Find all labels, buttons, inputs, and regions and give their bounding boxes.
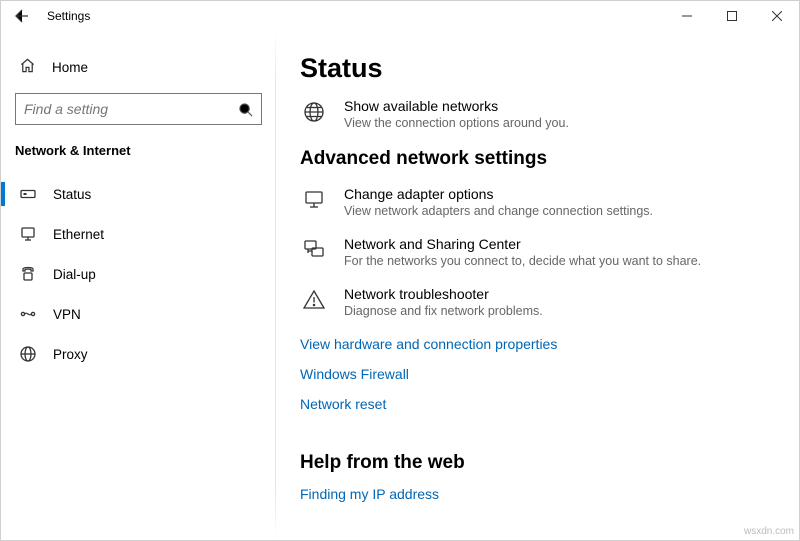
advanced-heading: Advanced network settings [300,148,779,170]
link-windows-firewall[interactable]: Windows Firewall [300,366,779,382]
sidebar-item-label: Proxy [53,347,88,362]
sidebar-item-label: VPN [53,307,81,322]
proxy-icon [19,345,37,363]
network-troubleshooter[interactable]: Network troubleshooter Diagnose and fix … [300,286,779,318]
app-title: Settings [47,9,90,23]
row-desc: View network adapters and change connect… [344,204,653,218]
link-network-reset[interactable]: Network reset [300,396,779,412]
vpn-icon [19,305,37,323]
sidebar-item-vpn[interactable]: VPN [1,294,276,334]
row-title: Network troubleshooter [344,286,543,302]
status-icon [19,185,37,203]
content: Home Network & Internet Status Ethernet [1,31,799,540]
home-button[interactable]: Home [1,49,276,85]
sidebar-item-status[interactable]: Status [1,174,276,214]
row-title: Change adapter options [344,186,653,202]
row-desc: Diagnose and fix network problems. [344,304,543,318]
adapter-icon [300,186,328,218]
sidebar-item-dialup[interactable]: Dial-up [1,254,276,294]
ethernet-icon [19,225,37,243]
link-find-ip[interactable]: Finding my IP address [300,486,779,502]
back-arrow-icon [14,8,30,24]
main-panel: Status Show available networks View the … [276,31,799,540]
home-icon [19,57,36,77]
globe-icon [300,98,328,130]
sidebar-item-label: Ethernet [53,227,104,242]
row-title: Network and Sharing Center [344,236,701,252]
home-label: Home [52,60,88,75]
show-available-networks[interactable]: Show available networks View the connect… [300,98,779,130]
sidebar-category: Network & Internet [1,143,276,174]
maximize-button[interactable] [709,1,754,31]
watermark: wsxdn.com [744,526,794,537]
search-box[interactable] [15,93,262,125]
dialup-icon [19,265,37,283]
help-heading: Help from the web [300,452,779,474]
titlebar: Settings [1,1,799,31]
sidebar: Home Network & Internet Status Ethernet [1,31,276,540]
sidebar-item-label: Status [53,187,91,202]
search-input[interactable] [24,101,238,117]
minimize-icon [682,11,692,21]
close-button[interactable] [754,1,799,31]
back-button[interactable] [1,1,43,31]
warning-icon [300,286,328,318]
sharing-icon [300,236,328,268]
minimize-button[interactable] [664,1,709,31]
sidebar-item-ethernet[interactable]: Ethernet [1,214,276,254]
sidebar-item-proxy[interactable]: Proxy [1,334,276,374]
network-sharing-center[interactable]: Network and Sharing Center For the netwo… [300,236,779,268]
link-hardware-properties[interactable]: View hardware and connection properties [300,336,779,352]
close-icon [772,11,782,21]
titlebar-left: Settings [1,1,90,31]
window-controls [664,1,799,31]
row-title: Show available networks [344,98,569,114]
search-icon [238,102,253,117]
row-desc: For the networks you connect to, decide … [344,254,701,268]
page-title: Status [300,53,779,84]
sidebar-item-label: Dial-up [53,267,96,282]
maximize-icon [727,11,737,21]
change-adapter-options[interactable]: Change adapter options View network adap… [300,186,779,218]
row-desc: View the connection options around you. [344,116,569,130]
